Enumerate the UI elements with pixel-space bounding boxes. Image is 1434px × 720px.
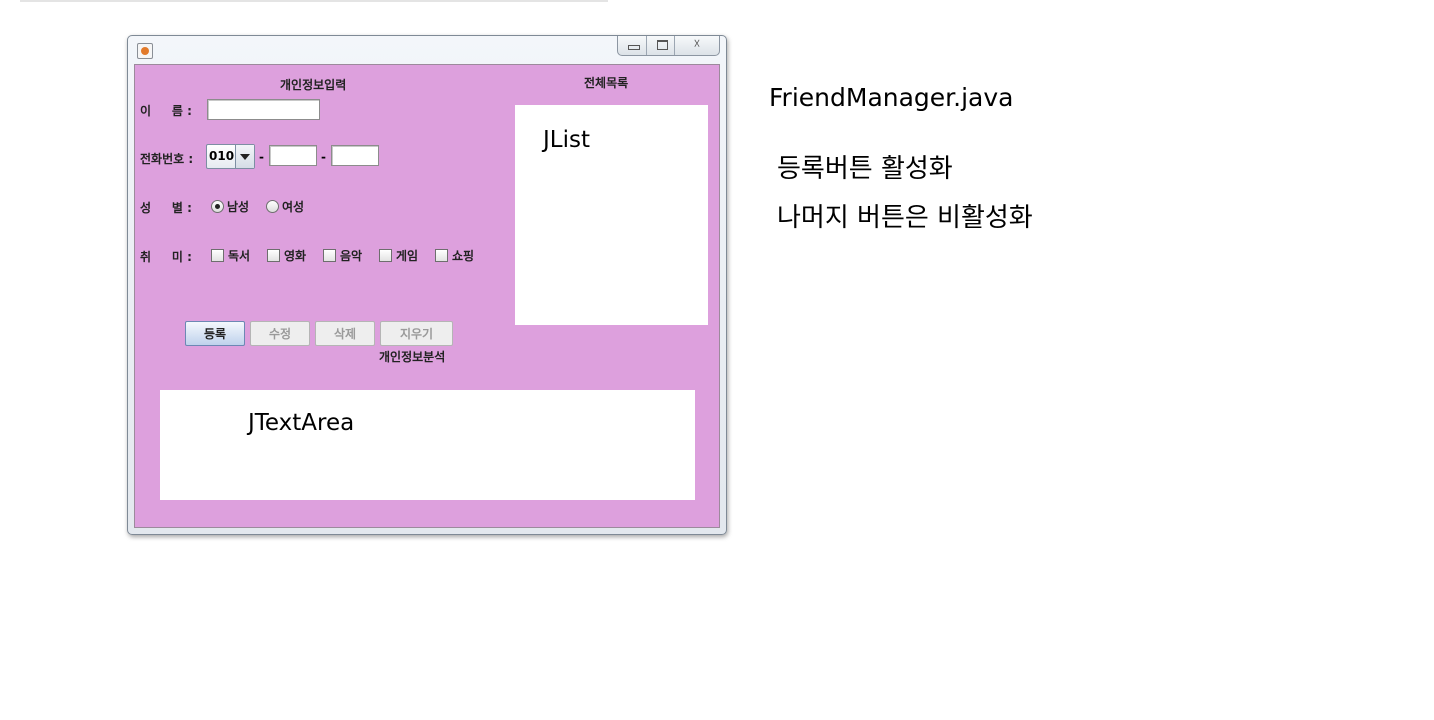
checkbox[interactable]	[379, 248, 392, 262]
radio-button-selected[interactable]	[211, 199, 224, 213]
phone-label: 전화번호 :	[140, 152, 194, 166]
checkbox[interactable]	[435, 248, 448, 262]
phone-dash-1: -	[259, 150, 264, 164]
hobby-option-label: 쇼핑	[452, 248, 475, 263]
checkbox[interactable]	[267, 248, 280, 262]
jtextarea-placeholder: JTextArea	[248, 410, 355, 436]
maximize-icon	[656, 40, 668, 50]
hobby-checkbox-reading[interactable]: 독서	[211, 247, 250, 263]
clear-button[interactable]: 지우기	[380, 321, 453, 346]
hobby-option-label: 게임	[396, 248, 419, 263]
edit-button[interactable]: 수정	[250, 321, 310, 346]
register-button[interactable]: 등록	[185, 321, 245, 346]
close-button[interactable]: ☓	[675, 36, 719, 55]
content-panel: 개인정보입력 이 름 : 전화번호 : 010 - - 성 별 : 남성 여성 …	[134, 64, 720, 528]
hobby-checkbox-movie[interactable]: 영화	[267, 247, 306, 263]
gender-radio-female[interactable]: 여성	[266, 198, 304, 214]
jlist-placeholder: JList	[543, 127, 590, 153]
list-section-title: 전체목록	[584, 76, 629, 90]
hobby-checkbox-shopping[interactable]: 쇼핑	[435, 247, 474, 263]
checkbox[interactable]	[323, 248, 336, 262]
analysis-text-area[interactable]: JTextArea	[160, 390, 695, 500]
hobby-checkbox-game[interactable]: 게임	[379, 247, 418, 263]
phone-prefix-combo[interactable]: 010	[206, 144, 255, 169]
close-icon: ☓	[693, 37, 701, 52]
phone-dash-2: -	[321, 150, 326, 164]
name-label: 이 름 :	[140, 104, 192, 118]
delete-button[interactable]: 삭제	[315, 321, 375, 346]
phone-last-input[interactable]	[331, 145, 379, 166]
filename-note: FriendManager.java	[769, 83, 1014, 112]
hobby-label: 취 미 :	[140, 250, 192, 264]
window-controls: ☓	[617, 36, 720, 56]
friend-manager-window: ☓ 개인정보입력 이 름 : 전화번호 : 010 - - 성 별 : 남성 여…	[127, 35, 727, 535]
hobby-option-label: 독서	[228, 248, 251, 263]
phone-prefix-value: 010	[209, 149, 235, 163]
input-section-title: 개인정보입력	[280, 78, 347, 92]
others-disabled-note: 나머지 버튼은 비활성화	[777, 203, 1033, 233]
java-app-icon[interactable]	[137, 43, 153, 59]
friend-list[interactable]: JList	[515, 105, 708, 325]
gender-option-label: 남성	[227, 199, 250, 214]
top-border-line	[20, 0, 608, 2]
hobby-option-label: 음악	[340, 248, 363, 263]
checkbox[interactable]	[211, 248, 224, 262]
gender-radio-male[interactable]: 남성	[211, 198, 249, 214]
phone-middle-input[interactable]	[269, 145, 317, 166]
name-input[interactable]	[207, 99, 320, 120]
radio-button[interactable]	[266, 199, 279, 213]
gender-label: 성 별 :	[140, 201, 192, 215]
maximize-button[interactable]	[647, 36, 675, 55]
gender-option-label: 여성	[282, 199, 305, 214]
register-active-note: 등록버튼 활성화	[777, 154, 953, 184]
hobby-option-label: 영화	[284, 248, 307, 263]
chevron-down-icon[interactable]	[235, 145, 254, 168]
minimize-button[interactable]	[618, 36, 647, 55]
analysis-section-title: 개인정보분석	[379, 350, 446, 364]
minimize-icon	[628, 45, 640, 50]
title-bar[interactable]: ☓	[128, 36, 726, 64]
hobby-checkbox-music[interactable]: 음악	[323, 247, 362, 263]
